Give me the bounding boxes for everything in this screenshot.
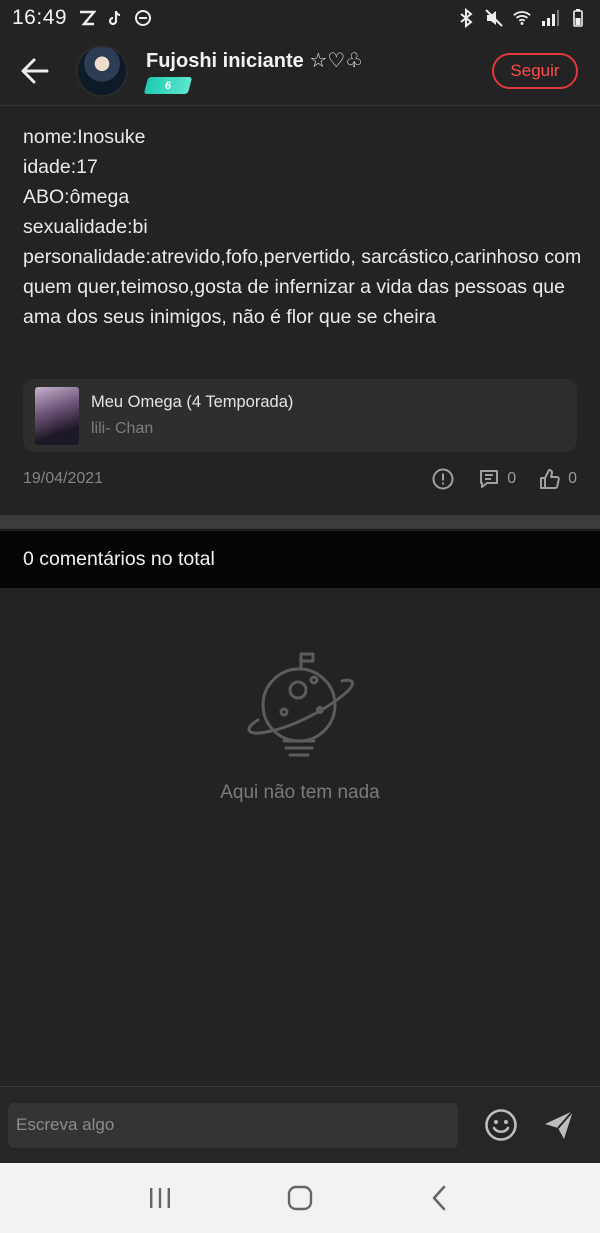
comments-header: 0 comentários no total xyxy=(0,531,600,588)
follow-button[interactable]: Seguir xyxy=(492,52,578,89)
tiktok-icon xyxy=(105,8,125,28)
comment-input[interactable] xyxy=(8,1102,458,1148)
author-avatar[interactable] xyxy=(76,44,128,97)
arrow-left-icon xyxy=(21,58,49,83)
comment-count: 0 xyxy=(507,470,517,487)
book-title: Meu Omega (4 Temporada) xyxy=(91,393,294,411)
book-cover xyxy=(35,386,79,445)
empty-state: Aqui não tem nada xyxy=(0,650,600,804)
emoji-button[interactable] xyxy=(484,1108,518,1142)
send-button[interactable] xyxy=(542,1108,576,1142)
system-back-button[interactable] xyxy=(410,1168,470,1228)
post-date: 19/04/2021 xyxy=(23,470,104,487)
comments-total: 0 comentários no total xyxy=(23,548,215,570)
smiley-icon xyxy=(485,1109,517,1141)
bluetooth-icon xyxy=(456,8,476,28)
recent-apps-icon xyxy=(150,1188,170,1208)
report-icon xyxy=(432,468,454,490)
back-button[interactable] xyxy=(0,36,70,106)
author-name[interactable]: Fujoshi iniciante ☆♡♧ xyxy=(146,48,363,73)
post-body: nome:Inosuke idade:17 ABO:ômega sexualid… xyxy=(23,122,583,332)
section-divider-line xyxy=(0,529,600,530)
post-line: personalidade:atrevido,fofo,pervertido, … xyxy=(23,246,582,328)
post-line: sexualidade:bi xyxy=(23,216,148,238)
author-info: Fujoshi iniciante ☆♡♧ 6 xyxy=(143,48,363,94)
post-line: idade:17 xyxy=(23,156,98,178)
comment-icon xyxy=(480,470,499,488)
chevron-left-icon xyxy=(432,1185,446,1211)
post-header: Fujoshi iniciante ☆♡♧ 6 Seguir xyxy=(0,36,600,106)
level-badge: 6 xyxy=(143,76,193,94)
comment-button[interactable]: 0 xyxy=(477,467,516,491)
thumbs-up-icon xyxy=(540,469,560,490)
status-time: 16:49 xyxy=(12,6,68,29)
mute-icon xyxy=(484,8,504,28)
app-notification-icon xyxy=(77,8,97,28)
like-button[interactable]: 0 xyxy=(538,467,577,491)
signal-icon xyxy=(540,8,560,28)
post-line: ABO:ômega xyxy=(23,186,130,208)
recent-apps-button[interactable] xyxy=(130,1168,190,1228)
post-line: nome:Inosuke xyxy=(23,126,146,148)
comment-composer xyxy=(0,1086,600,1163)
system-nav-bar xyxy=(0,1163,600,1233)
send-icon xyxy=(545,1110,574,1139)
post-meta: 19/04/2021 0 0 xyxy=(23,466,577,492)
linked-book-card[interactable]: Meu Omega (4 Temporada) lili- Chan xyxy=(23,379,577,452)
book-author: lili- Chan xyxy=(91,420,154,437)
empty-message: Aqui não tem nada xyxy=(220,782,380,803)
like-count: 0 xyxy=(568,470,577,487)
lightbulb-planet-icon xyxy=(247,652,354,757)
section-divider xyxy=(0,515,600,529)
battery-icon xyxy=(568,8,588,28)
home-button[interactable] xyxy=(270,1168,330,1228)
book-info: Meu Omega (4 Temporada) lili- Chan xyxy=(91,393,293,438)
do-not-disturb-icon xyxy=(133,8,153,28)
wifi-icon xyxy=(512,8,532,28)
post-actions: 0 0 xyxy=(431,467,577,491)
status-bar: 16:49 xyxy=(0,0,600,36)
level-number: 6 xyxy=(164,79,172,91)
home-icon xyxy=(287,1185,313,1211)
report-button[interactable] xyxy=(431,467,455,491)
